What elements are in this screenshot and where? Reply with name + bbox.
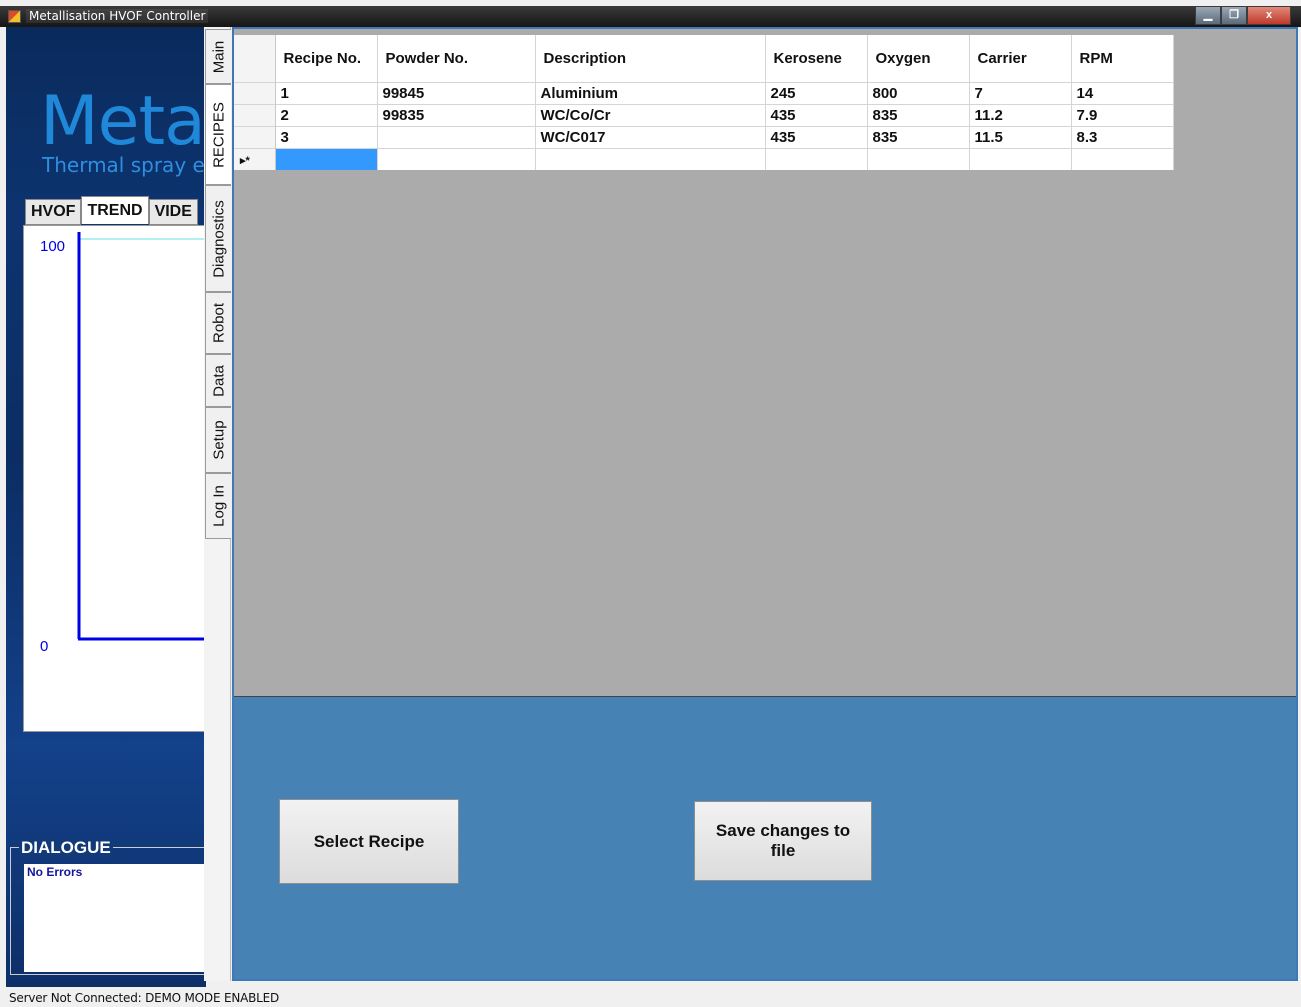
cell-recipe-no[interactable]: 1 — [275, 81, 378, 104]
cell-kerosene[interactable]: 245 — [765, 81, 868, 104]
cell-rpm[interactable]: 14 — [1071, 81, 1174, 104]
dialogue-group: DIALOGUE No Errors — [10, 838, 206, 975]
column-header-powder-no[interactable]: Powder No. — [377, 35, 536, 82]
tab-data[interactable]: Data — [205, 354, 231, 407]
cell-powder-no[interactable]: 99845 — [377, 81, 536, 104]
recipes-grid-area: Recipe No. Powder No. Description Kerose… — [234, 29, 1296, 697]
cell-oxygen[interactable]: 835 — [867, 125, 970, 148]
dialogue-box: No Errors — [24, 864, 206, 972]
tab-log-in[interactable]: Log In — [205, 473, 231, 539]
cell-powder-no[interactable] — [377, 125, 536, 148]
table-row[interactable]: 3 WC/C017 435 835 11.5 8.3 — [234, 125, 1174, 148]
cell-rpm[interactable]: 8.3 — [1071, 125, 1174, 148]
new-row-header[interactable]: ▸* — [234, 147, 276, 170]
table-header-row: Recipe No. Powder No. Description Kerose… — [234, 35, 1174, 82]
cell-carrier[interactable]: 11.5 — [969, 125, 1072, 148]
left-subtabs: HVOF TREND VIDE — [25, 196, 198, 225]
row-header[interactable] — [234, 125, 276, 148]
column-header-kerosene[interactable]: Kerosene — [765, 35, 868, 82]
recipes-action-area: Select Recipe Save changes to file — [234, 697, 1296, 979]
cell-carrier[interactable]: 11.2 — [969, 103, 1072, 126]
cell-oxygen[interactable]: 800 — [867, 81, 970, 104]
tab-log-in-label: Log In — [210, 485, 227, 527]
status-text: Server Not Connected: DEMO MODE ENABLED — [9, 991, 280, 1005]
dialogue-title: DIALOGUE — [19, 838, 113, 858]
cell-description[interactable]: Aluminium — [535, 81, 766, 104]
cell-recipe-no[interactable]: 3 — [275, 125, 378, 148]
row-header[interactable] — [234, 81, 276, 104]
subtab-video[interactable]: VIDE — [148, 199, 198, 225]
cell-description[interactable]: WC/Co/Cr — [535, 103, 766, 126]
cell-new-description[interactable] — [535, 147, 766, 170]
tab-robot-label: Robot — [210, 302, 227, 344]
cell-carrier[interactable]: 7 — [969, 81, 1072, 104]
trend-y-min-label: 0 — [40, 638, 48, 655]
tab-setup[interactable]: Setup — [205, 407, 231, 473]
column-header-carrier[interactable]: Carrier — [969, 35, 1072, 82]
tab-recipes-label: RECIPES — [210, 101, 227, 168]
tab-robot[interactable]: Robot — [205, 292, 231, 354]
cell-kerosene[interactable]: 435 — [765, 125, 868, 148]
table-row[interactable]: 1 99845 Aluminium 245 800 7 14 — [234, 81, 1174, 104]
tab-setup-label: Setup — [210, 420, 227, 460]
tab-data-label: Data — [210, 364, 227, 397]
cell-rpm[interactable]: 7.9 — [1071, 103, 1174, 126]
cell-new-rpm[interactable] — [1071, 147, 1174, 170]
vertical-tab-strip: Main RECIPES Diagnostics Robot Data Setu… — [204, 27, 231, 981]
tab-main-label: Main — [210, 40, 227, 73]
tab-recipes[interactable]: RECIPES — [205, 84, 231, 185]
recipes-page: Recipe No. Powder No. Description Kerose… — [232, 27, 1298, 981]
cell-new-recipe-no[interactable] — [275, 147, 378, 170]
select-recipe-button[interactable]: Select Recipe — [279, 799, 459, 884]
status-bar: Server Not Connected: DEMO MODE ENABLED — [0, 987, 1301, 1007]
window-controls: ▁ ❐ x — [1195, 6, 1291, 25]
minimize-icon[interactable]: ▁ — [1195, 6, 1221, 25]
row-header-corner — [234, 35, 276, 82]
cell-kerosene[interactable]: 435 — [765, 103, 868, 126]
app-window: Metallisation HVOF Controller ▁ ❐ x Meta… — [0, 0, 1301, 1007]
tab-diagnostics[interactable]: Diagnostics — [205, 185, 231, 292]
cell-new-oxygen[interactable] — [867, 147, 970, 170]
column-header-recipe-no[interactable]: Recipe No. — [275, 35, 378, 82]
tab-main[interactable]: Main — [205, 29, 231, 84]
cell-new-kerosene[interactable] — [765, 147, 868, 170]
window-title: Metallisation HVOF Controller — [26, 9, 209, 23]
cell-new-powder-no[interactable] — [377, 147, 536, 170]
save-changes-button[interactable]: Save changes to file — [694, 801, 872, 881]
cell-powder-no[interactable]: 99835 — [377, 103, 536, 126]
trend-y-max-label: 100 — [40, 238, 65, 255]
cell-description[interactable]: WC/C017 — [535, 125, 766, 148]
title-bar: Metallisation HVOF Controller ▁ ❐ x — [0, 6, 1301, 27]
table-row[interactable]: 2 99835 WC/Co/Cr 435 835 11.2 7.9 — [234, 103, 1174, 126]
dialogue-message: No Errors — [27, 865, 83, 879]
cell-oxygen[interactable]: 835 — [867, 103, 970, 126]
cell-recipe-no[interactable]: 2 — [275, 103, 378, 126]
brand-tagline: Thermal spray equ — [42, 153, 206, 177]
column-header-oxygen[interactable]: Oxygen — [867, 35, 970, 82]
trend-chart-svg: 100 0 — [40, 232, 206, 655]
left-panel: Metal Thermal spray equ HVOF TREND VIDE … — [6, 27, 206, 987]
new-row-marker-icon: ▸* — [240, 154, 250, 167]
column-header-description[interactable]: Description — [535, 35, 766, 82]
row-header[interactable] — [234, 103, 276, 126]
brand-logo-text: Metal — [40, 82, 206, 161]
column-header-rpm[interactable]: RPM — [1071, 35, 1174, 82]
subtab-hvof[interactable]: HVOF — [25, 199, 82, 225]
tab-diagnostics-label: Diagnostics — [210, 199, 227, 278]
close-icon[interactable]: x — [1247, 6, 1291, 25]
maximize-icon[interactable]: ❐ — [1221, 6, 1247, 25]
cell-new-carrier[interactable] — [969, 147, 1072, 170]
subtab-trend[interactable]: TREND — [81, 196, 149, 224]
new-row[interactable]: ▸* — [234, 147, 1174, 170]
trend-chart: 100 0 — [23, 225, 206, 732]
recipes-table: Recipe No. Powder No. Description Kerose… — [234, 35, 1174, 170]
app-icon — [8, 10, 21, 23]
